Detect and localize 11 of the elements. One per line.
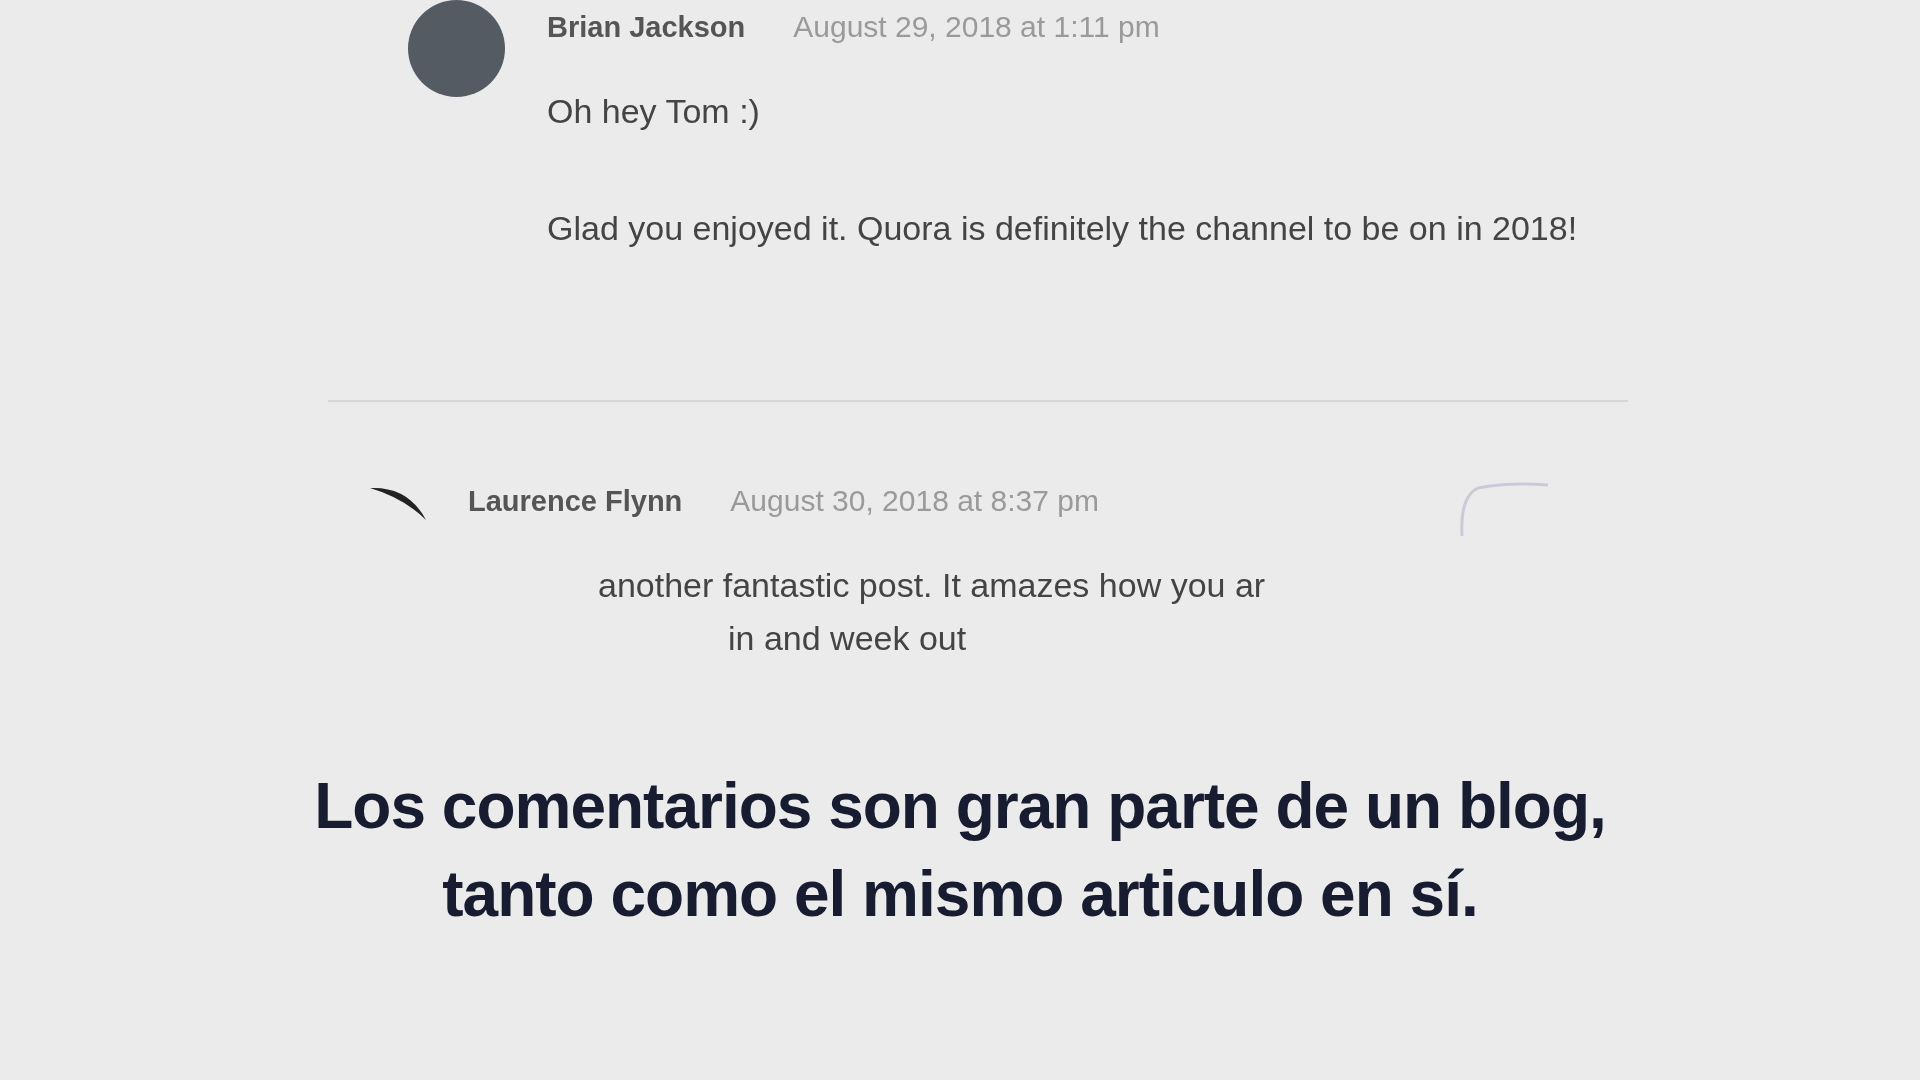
caption-text: tanto como el mismo articulo en sí. bbox=[442, 857, 1478, 932]
comment-text: Oh hey Tom :) bbox=[547, 92, 761, 131]
caption-text: Los comentarios son gran parte de un blog, bbox=[314, 769, 1606, 844]
comment-date: August 30, 2018 at 8:37 pm bbox=[730, 484, 1099, 518]
loading-arc-icon bbox=[1458, 482, 1550, 538]
comment-author: Brian Jackson bbox=[547, 11, 746, 44]
comment-author: Laurence Flynn bbox=[468, 485, 683, 518]
comment-text: Glad you enjoyed it. Quora is definitely the channel to be on in 2018! bbox=[547, 209, 1578, 248]
comment-text: another fantastic post. It amazes how you ar bbox=[597, 566, 1266, 605]
comment-text: in and week out bbox=[727, 619, 968, 658]
comment-date: August 29, 2018 at 1:11 pm bbox=[793, 10, 1160, 44]
